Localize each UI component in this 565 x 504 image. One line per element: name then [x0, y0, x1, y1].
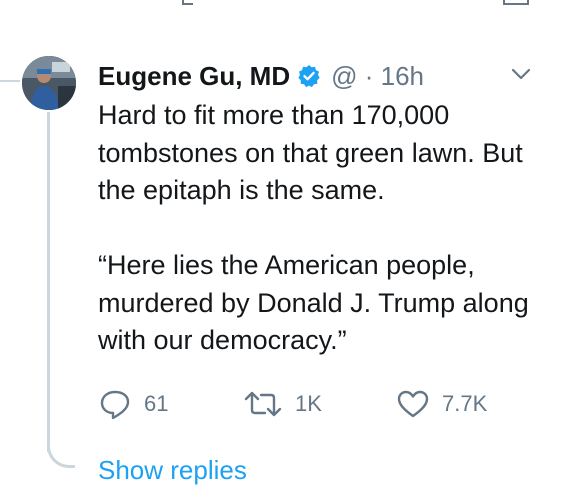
- like-button[interactable]: 7.7K: [396, 386, 487, 422]
- show-replies-link[interactable]: Show replies: [98, 455, 247, 486]
- reply-button[interactable]: 61: [98, 386, 168, 422]
- handle-and-time[interactable]: @ · 16h: [331, 61, 424, 92]
- tweet-text: Hard to fit more than 170,000 tombstones…: [98, 97, 538, 360]
- verified-badge-icon: [298, 65, 320, 88]
- heart-icon[interactable]: [342, 0, 366, 8]
- avatar[interactable]: [22, 56, 76, 110]
- retweet-icon[interactable]: [180, 0, 204, 8]
- reply-icon: [100, 390, 130, 420]
- thread-line: [47, 112, 50, 452]
- like-count: 7.7K: [442, 391, 488, 416]
- author-name[interactable]: Eugene Gu, MD: [98, 61, 290, 92]
- heart-icon: [397, 390, 429, 418]
- retweet-icon: [244, 391, 282, 417]
- chevron-down-icon[interactable]: [510, 66, 532, 82]
- tweet-header: Eugene Gu, MD @ · 16h: [98, 58, 424, 94]
- retweet-count: 1K: [295, 391, 322, 416]
- reply-count: 61: [144, 391, 169, 416]
- tweet-actions: 61 1K 7.7K: [98, 386, 538, 422]
- share-icon[interactable]: [502, 0, 530, 8]
- tweet-paragraph: Hard to fit more than 170,000 tombstones…: [98, 100, 523, 205]
- thread-line-end: [47, 440, 75, 468]
- tweet-paragraph: “Here lies the American people, murdered…: [98, 250, 529, 355]
- thread-connector: [0, 80, 20, 82]
- previous-tweet-actions: [0, 0, 565, 8]
- retweet-button[interactable]: 1K: [243, 386, 322, 422]
